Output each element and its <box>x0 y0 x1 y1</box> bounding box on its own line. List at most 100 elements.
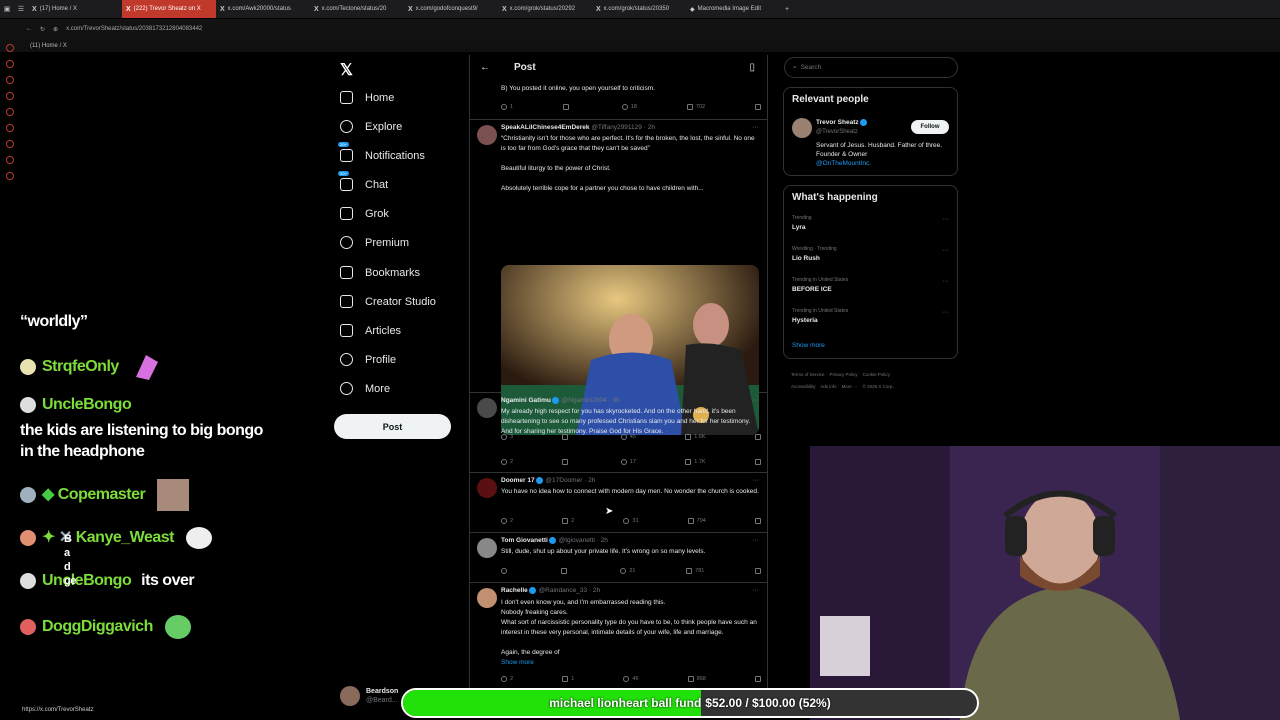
rail-icon[interactable] <box>6 156 14 164</box>
reader-icon[interactable]: ▯ <box>749 62 755 73</box>
like-button[interactable]: 31 <box>623 516 639 526</box>
nav-bookmarks[interactable]: Bookmarks <box>340 266 420 279</box>
repost-button[interactable]: 2 <box>562 516 574 526</box>
rail-icon[interactable] <box>6 172 14 180</box>
more-icon[interactable]: ··· <box>752 537 759 544</box>
avatar <box>340 686 360 706</box>
nav-premium[interactable]: Premium <box>340 236 409 249</box>
nav-home[interactable]: Home <box>340 91 394 104</box>
views-button[interactable]: 868 <box>687 674 706 684</box>
repost-button[interactable] <box>562 457 571 467</box>
tweet[interactable]: SpeakALilChinese4EmDerek @Tiffany2991129… <box>470 120 767 440</box>
bookmark-button[interactable] <box>755 102 761 112</box>
browser-tab-6[interactable]: Xx.com/grok/status/20350 <box>592 0 686 18</box>
more-icon[interactable]: ··· <box>752 124 759 131</box>
reply-button[interactable]: 2 <box>501 674 513 684</box>
url-field[interactable]: x.com/TrevorSheatz/status/20381732128040… <box>66 26 202 32</box>
views-button[interactable]: 702 <box>686 102 705 112</box>
tweet-partial[interactable]: B) You posted it online, you open yourse… <box>470 80 767 120</box>
rail-icon[interactable] <box>6 60 14 68</box>
bookmark-x-home[interactable]: (11) Home / X <box>30 43 67 49</box>
rail-icon[interactable] <box>6 44 14 52</box>
tweet-text: Still, dude, shut up about your private … <box>501 548 706 555</box>
browser-tab-1[interactable]: X (222) Trevor Sheatz on X <box>122 0 216 18</box>
account-switcher[interactable]: Beardson @Beard... <box>340 686 398 706</box>
like-button[interactable]: 21 <box>620 566 635 576</box>
rail-icon[interactable] <box>6 108 14 116</box>
more-icon[interactable]: ··· <box>942 278 949 285</box>
more-icon[interactable]: ··· <box>752 397 759 404</box>
reply-button[interactable]: 1 <box>501 102 513 112</box>
views-button[interactable]: 781 <box>686 566 704 576</box>
chart-icon <box>685 459 692 465</box>
more-icon[interactable]: ··· <box>752 587 759 594</box>
premium-icon <box>340 236 353 249</box>
person-name[interactable]: Trevor Sheatz <box>816 119 868 126</box>
nav-creator-studio[interactable]: Creator Studio <box>340 295 436 308</box>
nav-notifications[interactable]: 20+ Notifications <box>338 142 425 162</box>
more-icon[interactable]: ··· <box>942 309 949 316</box>
person-link[interactable]: @OnTheMountInc. <box>816 160 871 167</box>
x-logo-icon[interactable]: 𝕏 <box>340 60 353 80</box>
reply-button[interactable]: 2 <box>501 457 513 467</box>
tweet[interactable]: Ngamini Gatimu @Ngamini2004 · 3h ··· My … <box>470 393 767 473</box>
trend-item[interactable]: Trending Lyra <box>792 215 812 231</box>
bookmark-button[interactable] <box>754 457 761 467</box>
views-button[interactable]: 794 <box>687 516 706 526</box>
views-button[interactable]: 1.7K <box>685 457 706 467</box>
more-icon[interactable]: ··· <box>942 247 949 254</box>
back-arrow-icon[interactable]: ← <box>480 62 490 73</box>
rail-icon[interactable] <box>6 92 14 100</box>
back-icon[interactable]: ← <box>26 26 32 32</box>
bookmark-button[interactable] <box>755 674 761 684</box>
like-button[interactable]: 46 <box>623 674 639 684</box>
nav-articles[interactable]: Articles <box>340 324 401 337</box>
workspace-icon[interactable]: ▣ <box>0 5 14 13</box>
tab-list-icon[interactable]: ☰ <box>14 5 28 13</box>
more-icon[interactable]: ··· <box>752 477 759 484</box>
follow-button[interactable]: Follow <box>911 120 949 134</box>
show-more-link[interactable]: Show more <box>792 342 825 349</box>
site-info-icon[interactable]: ⊕ <box>53 26 58 33</box>
timeline[interactable]: ← Post ▯ B) You posted it online, you op… <box>469 55 768 715</box>
browser-tab-7[interactable]: ◆ Macromedia Image Edit <box>686 0 780 18</box>
browser-tab-2[interactable]: Xx.com/Awk20000/status <box>216 0 310 18</box>
nav-profile[interactable]: Profile <box>340 353 396 366</box>
new-tab-icon[interactable]: + <box>780 6 794 13</box>
rail-icon[interactable] <box>6 140 14 148</box>
trend-item[interactable]: Trending in United States Hysteria <box>792 308 848 324</box>
bookmark-icon <box>755 104 761 110</box>
browser-tab-5[interactable]: Xx.com/grok/status/20292 <box>498 0 592 18</box>
trend-item[interactable]: Trending in United States BEFORE ICE <box>792 277 848 293</box>
chat-username: Copemaster <box>57 486 146 504</box>
reply-icon <box>501 104 507 110</box>
avatar[interactable] <box>792 118 812 138</box>
reply-button[interactable] <box>501 566 510 576</box>
rail-icon[interactable] <box>6 76 14 84</box>
more-icon[interactable]: ··· <box>942 216 949 223</box>
tweet[interactable]: Doomer 17 @17Doomer · 2h ··· You have no… <box>470 473 767 533</box>
nav-explore[interactable]: Explore <box>340 120 402 133</box>
grok-icon <box>340 207 353 220</box>
browser-tab-4[interactable]: Xx.com/godofconquest9/ <box>404 0 498 18</box>
repost-button[interactable] <box>562 102 572 112</box>
like-button[interactable]: 17 <box>620 457 636 467</box>
reload-icon[interactable]: ↻ <box>40 26 45 33</box>
tweet[interactable]: Tom Giovanetti @tgiovanetti · 2h ··· Sti… <box>470 533 767 583</box>
nav-chat[interactable]: 20+ Chat <box>338 171 388 191</box>
browser-tab-0[interactable]: X (17) Home / X <box>28 0 122 18</box>
post-button[interactable]: Post <box>334 414 451 439</box>
browser-tab-3[interactable]: Xx.com/Tectone/status/20 <box>310 0 404 18</box>
trend-item[interactable]: Wrestling · Trending Lio Rush <box>792 246 837 262</box>
bookmark-button[interactable] <box>755 516 761 526</box>
bookmark-button[interactable] <box>755 566 761 576</box>
show-more-link[interactable]: Show more <box>501 658 761 668</box>
nav-grok[interactable]: Grok <box>340 207 389 220</box>
like-button[interactable]: 18 <box>621 102 637 112</box>
reply-button[interactable]: 2 <box>501 516 513 526</box>
nav-more[interactable]: More <box>340 382 390 395</box>
repost-button[interactable] <box>560 566 570 576</box>
search-input[interactable]: ⌕ Search <box>784 57 958 78</box>
rail-icon[interactable] <box>6 124 14 132</box>
repost-button[interactable]: 1 <box>562 674 574 684</box>
